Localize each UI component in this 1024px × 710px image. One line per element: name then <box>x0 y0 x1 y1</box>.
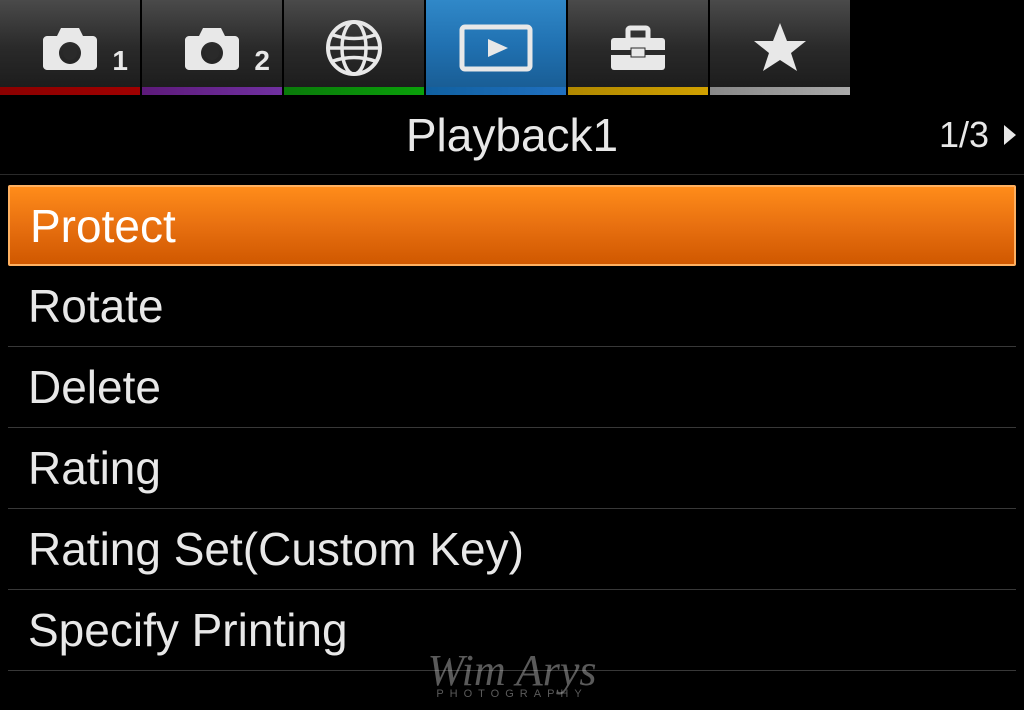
page-header: Playback1 1/3 <box>0 95 1024 175</box>
menu-item-label: Protect <box>30 199 176 253</box>
tab-mymenu[interactable] <box>710 0 852 95</box>
menu-item-protect[interactable]: Protect <box>8 185 1016 266</box>
camera-icon <box>39 24 101 72</box>
tab-playback[interactable] <box>426 0 568 95</box>
menu-item-label: Rating <box>28 441 161 495</box>
menu-list: Protect Rotate Delete Rating Rating Set(… <box>0 175 1024 671</box>
menu-item-rating-set[interactable]: Rating Set(Custom Key) <box>8 509 1016 590</box>
watermark-subtitle: PHOTOGRAPHY <box>427 688 596 700</box>
camera-icon <box>181 24 243 72</box>
menu-item-rotate[interactable]: Rotate <box>8 266 1016 347</box>
next-page-arrow-icon[interactable] <box>1004 125 1016 145</box>
tab-camera1-badge: 1 <box>112 45 128 77</box>
page-title: Playback1 <box>406 108 618 162</box>
tab-setup[interactable] <box>568 0 710 95</box>
tab-camera1[interactable]: 1 <box>0 0 142 95</box>
playback-icon <box>456 19 536 77</box>
tab-camera2-badge: 2 <box>254 45 270 77</box>
menu-item-delete[interactable]: Delete <box>8 347 1016 428</box>
menu-item-specify-printing[interactable]: Specify Printing <box>8 590 1016 671</box>
tab-camera2[interactable]: 2 <box>142 0 284 95</box>
tab-network[interactable] <box>284 0 426 95</box>
menu-item-label: Rating Set(Custom Key) <box>28 522 524 576</box>
menu-item-label: Specify Printing <box>28 603 348 657</box>
toolbox-icon <box>605 22 671 74</box>
tab-bar: 1 2 <box>0 0 1024 95</box>
star-icon <box>750 19 810 77</box>
menu-item-label: Delete <box>28 360 161 414</box>
menu-item-rating[interactable]: Rating <box>8 428 1016 509</box>
menu-item-label: Rotate <box>28 279 164 333</box>
page-counter: 1/3 <box>939 114 989 156</box>
globe-icon <box>324 18 384 78</box>
